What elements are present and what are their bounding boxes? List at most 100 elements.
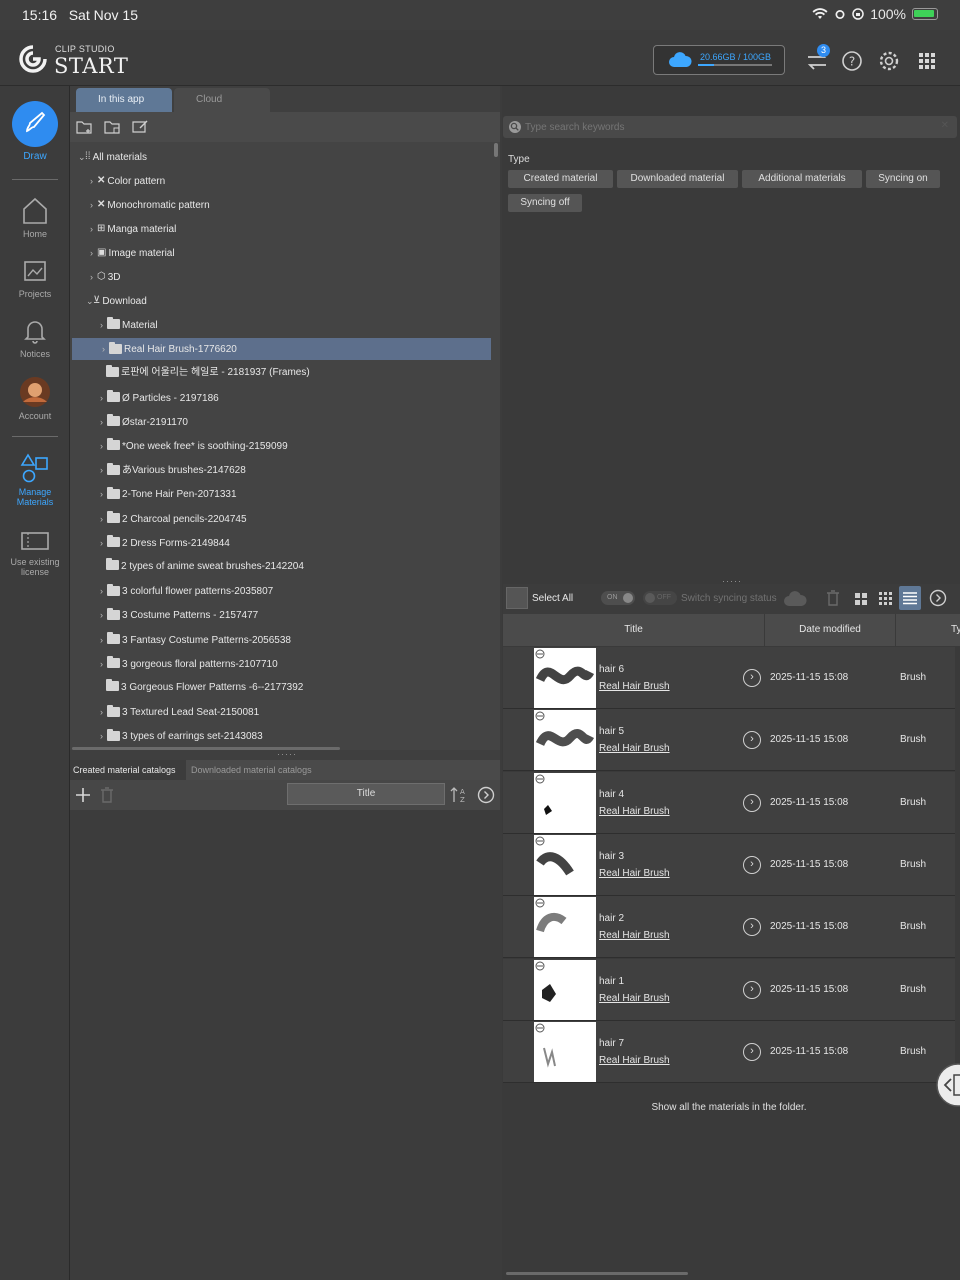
tree-horizontal-scrollbar[interactable] bbox=[72, 747, 340, 750]
select-all-label[interactable]: Select All bbox=[532, 593, 573, 604]
trash-icon[interactable] bbox=[825, 589, 841, 607]
tree-item-folder[interactable]: › 2 Charcoal pencils-2204745 bbox=[70, 508, 490, 530]
tree-item-folder[interactable]: › 3 Textured Lead Seat-2150081 bbox=[70, 701, 490, 723]
sidebar-item-notices[interactable]: Notices bbox=[0, 316, 70, 359]
circle-arrow-right-icon[interactable]: › bbox=[743, 855, 761, 874]
tab-created-catalogs[interactable]: Created material catalogs bbox=[70, 760, 186, 780]
new-folder-icon[interactable] bbox=[76, 119, 94, 135]
circle-arrow-right-icon[interactable]: › bbox=[743, 731, 761, 750]
resize-handle[interactable]: ····· bbox=[277, 749, 297, 759]
sync-off-toggle[interactable]: OFF bbox=[643, 591, 677, 605]
rename-folder-icon[interactable] bbox=[132, 118, 150, 134]
search-input[interactable] bbox=[525, 119, 925, 135]
collapse-panel-button-icon[interactable] bbox=[934, 1062, 960, 1108]
chevron-down-icon: ⌄ bbox=[86, 296, 94, 306]
chevron-right-icon: › bbox=[100, 537, 103, 548]
add-icon[interactable] bbox=[74, 786, 92, 804]
tree-item-folder[interactable]: › 3 Fantasy Costume Patterns-2056538 bbox=[70, 629, 490, 651]
material-folder-link[interactable]: Real Hair Brush bbox=[599, 993, 670, 1004]
large-grid-view-icon[interactable] bbox=[853, 591, 869, 607]
table-row[interactable]: hair 2 Real Hair Brush › 2025-11-15 15:08 Br… bbox=[503, 896, 955, 959]
clear-search-icon[interactable]: ✕ bbox=[941, 120, 949, 131]
material-folder-link[interactable]: Real Hair Brush bbox=[599, 930, 670, 941]
tree-item-manga-material[interactable]: › ⊞ Manga material bbox=[90, 218, 500, 240]
alarm-icon bbox=[835, 10, 845, 19]
list-horizontal-scrollbar[interactable] bbox=[506, 1272, 688, 1275]
catalog-sort-title-button[interactable]: Title bbox=[287, 783, 445, 805]
cloud-storage-button[interactable]: 20.66GB / 100GB bbox=[653, 45, 785, 75]
tree-item-folder[interactable]: › あVarious brushes-2147628 bbox=[70, 459, 490, 481]
table-row[interactable]: hair 7 Real Hair Brush › 2025-11-15 15:08 Br… bbox=[503, 1020, 955, 1083]
pattern-x-icon: ✕ bbox=[97, 175, 106, 187]
list-view-button[interactable] bbox=[899, 586, 921, 610]
tree-item-3d[interactable]: › ⬡ 3D bbox=[90, 266, 500, 288]
tree-item-folder[interactable]: › Real Hair Brush-1776620 bbox=[72, 338, 491, 361]
table-row[interactable]: hair 6 Real Hair Brush › 2025-11-15 15:08 Br… bbox=[503, 647, 955, 709]
filter-chip-created[interactable]: Created material bbox=[508, 170, 613, 188]
tree-item-image-material[interactable]: › ▣ Image material bbox=[90, 242, 500, 264]
circle-arrow-right-icon[interactable] bbox=[477, 786, 495, 804]
tree-item-folder[interactable]: › 3 Costume Patterns - 2157477 bbox=[70, 604, 490, 626]
tree-item-folder[interactable]: 2 types of anime sweat brushes-2142204 bbox=[70, 556, 490, 578]
tree-item-folder[interactable]: › *One week free* is soothing-2159099 bbox=[70, 435, 490, 457]
tree-item-download[interactable]: ⌄⊻ Download bbox=[86, 290, 500, 312]
circle-arrow-right-icon[interactable]: › bbox=[743, 1042, 761, 1061]
table-row[interactable]: hair 4 Real Hair Brush › 2025-11-15 15:08 Br… bbox=[503, 771, 955, 834]
material-folder-link[interactable]: Real Hair Brush bbox=[599, 806, 670, 817]
tab-cloud[interactable]: Cloud bbox=[174, 88, 270, 112]
tree-item-all-materials[interactable]: ⌄⁞⁞ All materials bbox=[78, 146, 498, 168]
table-row[interactable]: hair 1 Real Hair Brush › 2025-11-15 15:08 Br… bbox=[503, 958, 955, 1021]
sync-on-toggle[interactable]: ON bbox=[601, 591, 635, 605]
sidebar-item-manage-materials[interactable]: Manage Materials bbox=[0, 452, 70, 507]
column-type[interactable]: Ty bbox=[896, 614, 960, 646]
tree-item-folder[interactable]: › 2 Dress Forms-2149844 bbox=[70, 532, 490, 554]
filter-chip-syncing-on[interactable]: Syncing on bbox=[866, 170, 940, 188]
trash-icon[interactable] bbox=[99, 786, 115, 804]
circle-arrow-right-icon[interactable]: › bbox=[743, 918, 761, 937]
column-title[interactable]: Title bbox=[503, 614, 765, 646]
small-grid-view-icon[interactable] bbox=[878, 591, 894, 607]
material-folder-link[interactable]: Real Hair Brush bbox=[599, 743, 670, 754]
tree-item-folder[interactable]: › 3 gorgeous floral patterns-2107710 bbox=[70, 653, 490, 675]
table-row[interactable]: hair 5 Real Hair Brush › 2025-11-15 15:08 Br… bbox=[503, 709, 955, 772]
tab-in-this-app[interactable]: In this app bbox=[76, 88, 172, 112]
help-icon[interactable]: ? bbox=[839, 48, 865, 74]
filter-chip-additional[interactable]: Additional materials bbox=[742, 170, 862, 188]
settings-gear-icon[interactable] bbox=[876, 48, 902, 74]
tree-item-folder[interactable]: 로판에 어울리는 헤일로 - 2181937 (Frames) bbox=[70, 362, 490, 384]
sidebar-item-account[interactable]: Account bbox=[0, 376, 70, 421]
circle-arrow-right-icon[interactable]: › bbox=[743, 669, 761, 687]
material-folder-link[interactable]: Real Hair Brush bbox=[599, 681, 670, 692]
filter-chip-downloaded[interactable]: Downloaded material bbox=[617, 170, 738, 188]
material-folder-link[interactable]: Real Hair Brush bbox=[599, 1055, 670, 1066]
material-folder-link[interactable]: Real Hair Brush bbox=[599, 868, 670, 879]
tab-downloaded-catalogs[interactable]: Downloaded material catalogs bbox=[188, 760, 315, 780]
filter-chip-syncing-off[interactable]: Syncing off bbox=[508, 194, 582, 212]
sidebar-item-projects[interactable]: Projects bbox=[0, 256, 70, 299]
cloud-sync-icon[interactable] bbox=[783, 590, 809, 608]
material-type: Brush bbox=[900, 921, 927, 933]
delete-folder-icon[interactable] bbox=[104, 119, 122, 135]
sidebar-item-draw[interactable]: Draw bbox=[0, 100, 70, 162]
tree-item-folder[interactable]: › 2-Tone Hair Pen-2071331 bbox=[70, 483, 490, 505]
tree-item-color-pattern[interactable]: › ✕ Color pattern bbox=[90, 170, 500, 192]
tree-item-folder[interactable]: › Material bbox=[70, 314, 490, 336]
sort-az-icon[interactable]: AZ bbox=[449, 785, 469, 805]
sidebar-item-home[interactable]: Home bbox=[0, 196, 70, 239]
circle-arrow-right-icon[interactable]: › bbox=[743, 980, 761, 999]
table-row[interactable]: hair 3 Real Hair Brush › 2025-11-15 15:08 Br… bbox=[503, 833, 955, 896]
select-all-checkbox[interactable] bbox=[506, 587, 528, 609]
tree-item-folder[interactable]: › 3 colorful flower patterns-2035807 bbox=[70, 580, 490, 602]
tree-item-folder[interactable]: › Ø Particles - 2197186 bbox=[70, 387, 490, 409]
apps-grid-icon[interactable] bbox=[914, 48, 940, 74]
sidebar-item-use-license[interactable]: Use existing license bbox=[0, 528, 70, 577]
tree-item-folder[interactable]: › 3 types of earrings set-2143083 bbox=[70, 725, 490, 747]
tree-vertical-scrollbar[interactable] bbox=[494, 143, 498, 157]
tree-item-folder[interactable]: › Østar-2191170 bbox=[70, 411, 490, 433]
circle-arrow-right-icon[interactable] bbox=[929, 589, 947, 607]
column-date-modified[interactable]: Date modified bbox=[765, 614, 896, 646]
folder-icon bbox=[106, 364, 119, 377]
tree-item-folder[interactable]: 3 Gorgeous Flower Patterns -6--2177392 bbox=[70, 677, 490, 699]
circle-arrow-right-icon[interactable]: › bbox=[743, 793, 761, 812]
tree-item-monochromatic-pattern[interactable]: › ✕ Monochromatic pattern bbox=[90, 194, 500, 216]
